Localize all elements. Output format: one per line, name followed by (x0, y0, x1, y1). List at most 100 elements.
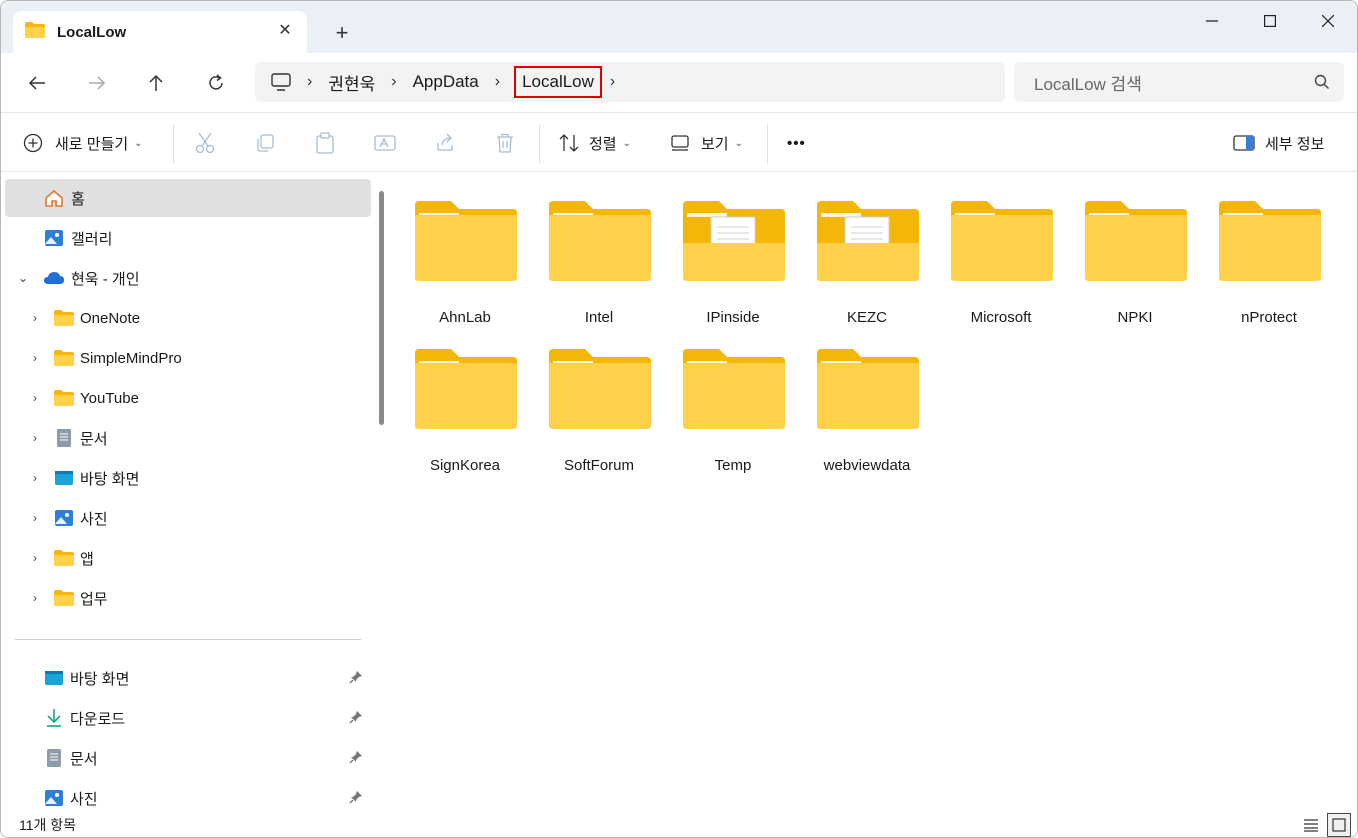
sidebar-item-documents[interactable]: › 문서 (5, 419, 371, 457)
sidebar-item-gallery[interactable]: 갤러리 (5, 219, 371, 257)
delete-button[interactable] (485, 128, 525, 158)
copy-button[interactable] (245, 128, 285, 158)
arrow-left-icon (28, 76, 45, 90)
folder-icon (1085, 201, 1187, 281)
sidebar-item-pictures[interactable]: › 사진 (5, 499, 371, 537)
view-button[interactable]: 보기 ⌄ (671, 128, 743, 158)
sidebar-item-onedrive[interactable]: ⌄ 현욱 - 개인 (5, 259, 371, 297)
folder-item[interactable]: Microsoft (939, 179, 1063, 326)
chevron-down-icon: ⌄ (134, 137, 143, 149)
up-button[interactable] (138, 67, 174, 99)
folder-item[interactable]: SoftForum (537, 327, 661, 474)
folder-icon (951, 201, 1053, 281)
chevron-right-icon[interactable]: › (27, 590, 43, 606)
details-view-button[interactable] (1299, 813, 1323, 837)
chevron-right-icon[interactable]: › (27, 470, 43, 486)
paste-button[interactable] (305, 128, 345, 158)
navigation-pane: 홈 갤러리 ⌄ 현욱 - 개인 › OneNote › SimpleMindPr… (1, 173, 373, 809)
address-bar[interactable]: › 권현욱 › AppData › LocalLow › (255, 62, 1005, 102)
folder-item[interactable]: webviewdata (805, 327, 929, 474)
sidebar-item-label: 문서 (80, 430, 108, 448)
gallery-icon (43, 227, 65, 249)
sidebar-scrollbar[interactable] (379, 191, 384, 425)
breadcrumb-chevron-icon[interactable]: › (487, 73, 508, 91)
breadcrumb-appdata[interactable]: AppData (405, 72, 487, 92)
breadcrumb-locallow[interactable]: LocalLow (514, 66, 602, 98)
computer-icon (271, 73, 291, 91)
download-icon (43, 707, 65, 729)
sort-button[interactable]: 정렬 ⌄ (559, 128, 631, 158)
sidebar-item-apps[interactable]: › 앱 (5, 539, 371, 577)
pinned-item-desktop[interactable]: 바탕 화면 (5, 659, 371, 697)
sidebar-item-home[interactable]: 홈 (5, 179, 371, 217)
search-input[interactable]: LocalLow 검색 (1014, 62, 1344, 102)
folder-item[interactable]: SignKorea (403, 327, 527, 474)
folder-icon (53, 387, 75, 409)
folder-item[interactable]: nProtect (1207, 179, 1331, 326)
sort-icon (559, 134, 579, 152)
pinned-item-pictures[interactable]: 사진 (5, 779, 371, 809)
sidebar-item-label: 앱 (80, 550, 94, 568)
pinned-item-downloads[interactable]: 다운로드 (5, 699, 371, 737)
more-options-button[interactable]: ••• (787, 128, 806, 158)
breadcrumb-user[interactable]: 권현욱 (320, 70, 383, 95)
folder-item[interactable]: AhnLab (403, 179, 527, 326)
chevron-down-icon[interactable]: ⌄ (15, 270, 31, 286)
folder-icon (415, 349, 517, 429)
folder-item[interactable]: Temp (671, 327, 795, 474)
sidebar-item-simplemindpro[interactable]: › SimpleMindPro (5, 339, 371, 377)
close-button[interactable] (1299, 1, 1357, 41)
chevron-right-icon[interactable]: › (27, 390, 43, 406)
folder-icon (53, 347, 75, 369)
tab-locallow[interactable]: LocalLow ✕ (13, 11, 307, 53)
rename-icon (374, 135, 396, 151)
sidebar-item-label: OneNote (80, 309, 141, 327)
new-tab-button[interactable]: + (327, 19, 357, 49)
large-icons-view-button[interactable] (1327, 813, 1351, 837)
sidebar-item-onenote[interactable]: › OneNote (5, 299, 371, 337)
command-bar: 새로 만들기 ⌄ 정렬 ⌄ 보기 ⌄ ••• 세부 정보 (1, 114, 1357, 172)
sidebar-item-label: YouTube (80, 389, 139, 407)
new-button[interactable]: 새로 만들기 ⌄ (23, 128, 143, 158)
folder-item[interactable]: KEZC (805, 179, 929, 326)
folder-icon (1219, 201, 1321, 281)
cut-button[interactable] (185, 128, 225, 158)
refresh-button[interactable] (198, 67, 234, 99)
pin-icon[interactable] (349, 790, 365, 806)
breadcrumb-chevron-icon[interactable]: › (383, 73, 404, 91)
sidebar-item-desktop[interactable]: › 바탕 화면 (5, 459, 371, 497)
breadcrumb-chevron-icon[interactable]: › (299, 73, 320, 91)
minimize-button[interactable] (1183, 1, 1241, 41)
sidebar-item-label: 현욱 - 개인 (71, 270, 140, 288)
paste-icon (316, 132, 334, 154)
copy-icon (257, 134, 274, 152)
folder-name: SoftForum (563, 457, 635, 474)
pinned-item-documents[interactable]: 문서 (5, 739, 371, 777)
sidebar-item-youtube[interactable]: › YouTube (5, 379, 371, 417)
folder-item[interactable]: IPinside (671, 179, 795, 326)
breadcrumb-chevron-icon[interactable]: › (602, 73, 623, 91)
chevron-right-icon[interactable]: › (27, 430, 43, 446)
share-button[interactable] (425, 128, 465, 158)
chevron-right-icon[interactable]: › (27, 350, 43, 366)
sidebar-item-work[interactable]: › 업무 (5, 579, 371, 617)
rename-button[interactable] (365, 128, 405, 158)
pin-icon[interactable] (349, 750, 365, 766)
close-tab-icon[interactable]: ✕ (275, 21, 295, 41)
forward-button[interactable] (79, 67, 115, 99)
sidebar-item-label: 사진 (80, 510, 108, 528)
pin-icon[interactable] (349, 710, 365, 726)
folder-item[interactable]: Intel (537, 179, 661, 326)
back-button[interactable] (19, 67, 55, 99)
sidebar-item-label: SimpleMindPro (80, 349, 182, 367)
maximize-button[interactable] (1241, 1, 1299, 41)
list-view-icon (1304, 819, 1318, 832)
folder-icon (53, 587, 75, 609)
details-pane-button[interactable]: 세부 정보 (1233, 128, 1324, 158)
chevron-right-icon[interactable]: › (27, 310, 43, 326)
scissors-icon (195, 132, 215, 154)
pin-icon[interactable] (349, 670, 365, 686)
chevron-right-icon[interactable]: › (27, 550, 43, 566)
chevron-right-icon[interactable]: › (27, 510, 43, 526)
folder-item[interactable]: NPKI (1073, 179, 1197, 326)
